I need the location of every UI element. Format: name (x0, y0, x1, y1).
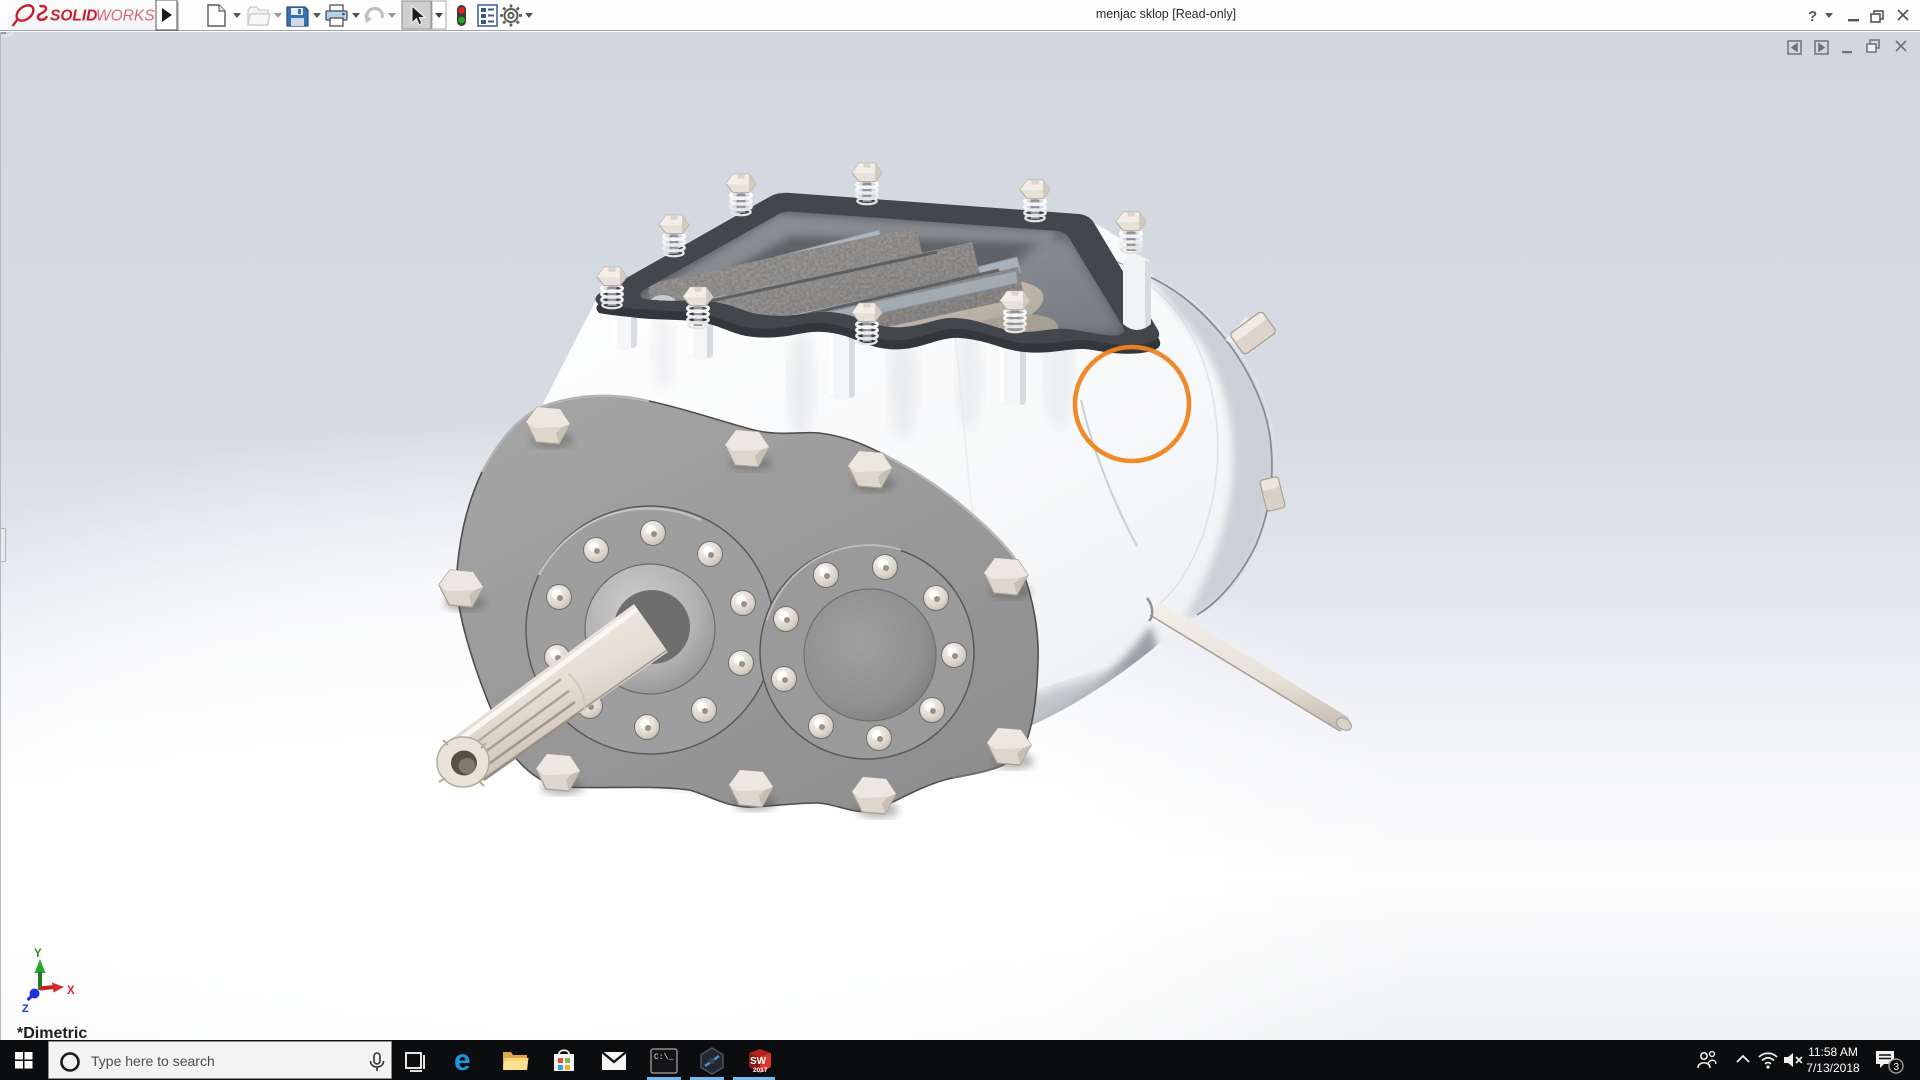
svg-text:?: ? (1808, 8, 1817, 25)
svg-text:SW: SW (750, 1056, 767, 1067)
svg-text:Y: Y (34, 948, 42, 960)
svg-text:C:\_: C:\_ (654, 1053, 673, 1062)
svg-text:X: X (67, 985, 75, 997)
svg-text:2017: 2017 (753, 1067, 768, 1074)
svg-text:Z: Z (22, 1003, 29, 1015)
svg-text:WORKS: WORKS (96, 8, 155, 25)
svg-text:3: 3 (1894, 1062, 1900, 1073)
svg-text:SOLID: SOLID (50, 8, 97, 25)
svg-text:e: e (454, 1045, 471, 1077)
